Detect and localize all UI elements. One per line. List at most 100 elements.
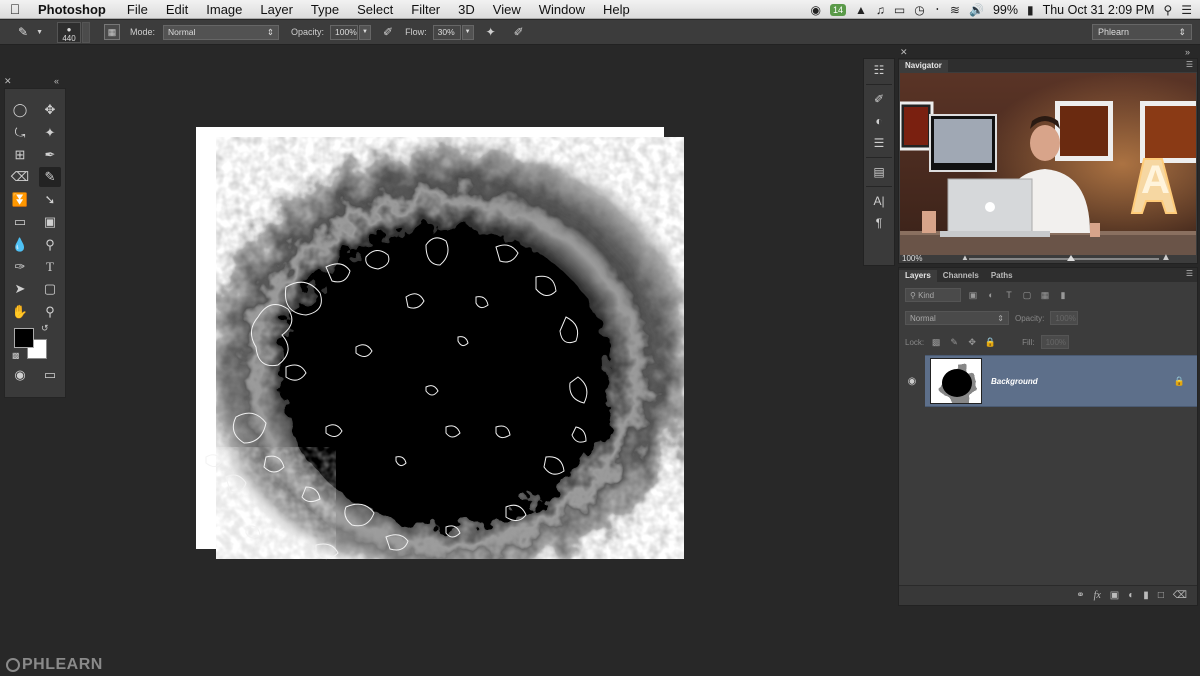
- layer-style-icon[interactable]: fx: [1094, 590, 1101, 601]
- navigator-preview[interactable]: A: [900, 73, 1196, 255]
- airplay-icon[interactable]: ▭: [894, 3, 905, 17]
- menu-edit[interactable]: Edit: [157, 0, 197, 19]
- history-panel-icon[interactable]: ☷: [864, 59, 894, 81]
- filter-toggle-icon[interactable]: ▮: [1057, 289, 1069, 301]
- clone-stamp-tool-icon[interactable]: ⏬: [9, 190, 31, 210]
- paragraph-panel-icon[interactable]: ¶: [864, 212, 894, 234]
- tab-navigator[interactable]: Navigator: [899, 60, 948, 72]
- layer-row-body[interactable]: Background 🔒: [925, 355, 1197, 407]
- battery-icon[interactable]: ▮: [1027, 3, 1034, 17]
- airbrush-icon[interactable]: ✦: [486, 25, 496, 39]
- apple-icon[interactable]: : [0, 1, 30, 17]
- flow-input[interactable]: 30%: [432, 24, 461, 40]
- new-group-icon[interactable]: ▮: [1143, 590, 1149, 601]
- menu-app-name[interactable]: Photoshop: [30, 0, 118, 19]
- healing-brush-tool-icon[interactable]: ⌫: [9, 167, 31, 187]
- blur-tool-icon[interactable]: 💧: [9, 235, 31, 255]
- menu-3d[interactable]: 3D: [449, 0, 484, 19]
- flow-dropdown[interactable]: ▼: [461, 24, 474, 40]
- eyedropper-tool-icon[interactable]: ✒: [39, 145, 61, 165]
- menu-view[interactable]: View: [484, 0, 530, 19]
- tool-preset-picker[interactable]: ✎ ▼: [18, 25, 43, 39]
- fill-input[interactable]: 100%: [1040, 335, 1069, 349]
- tab-channels[interactable]: Channels: [937, 270, 985, 282]
- quick-mask-icon[interactable]: ◉: [9, 365, 31, 385]
- creative-cloud-icon[interactable]: ◉: [811, 3, 821, 17]
- close-icon[interactable]: ✕: [900, 47, 908, 58]
- character-panel-icon[interactable]: A|: [864, 190, 894, 212]
- menu-select[interactable]: Select: [348, 0, 402, 19]
- filter-smart-object-icon[interactable]: ▦: [1039, 289, 1051, 301]
- brush-tool-icon[interactable]: ✎: [39, 167, 61, 188]
- add-mask-icon[interactable]: ▣: [1110, 590, 1119, 601]
- lasso-tool-icon[interactable]: ⤿: [9, 123, 31, 143]
- adjustments-icon[interactable]: ◐: [864, 110, 894, 132]
- spotlight-search-icon[interactable]: ⚲: [1163, 3, 1172, 17]
- foreground-color-swatch[interactable]: [14, 327, 34, 348]
- workspace-select[interactable]: Phlearn ⇕: [1092, 24, 1192, 40]
- move-tool-icon[interactable]: ✥: [39, 100, 61, 120]
- dodge-tool-icon[interactable]: ⚲: [39, 235, 61, 255]
- layer-row-background[interactable]: ◉ Background 🔒: [899, 355, 1197, 407]
- bluetooth-icon[interactable]: ᛫: [934, 3, 941, 17]
- layer-name[interactable]: Background: [991, 377, 1174, 386]
- menu-window[interactable]: Window: [530, 0, 594, 19]
- eye-icon[interactable]: ◉: [899, 355, 925, 407]
- zoom-in-icon[interactable]: ▲: [1161, 252, 1171, 263]
- magic-wand-tool-icon[interactable]: ✦: [39, 123, 61, 143]
- link-layers-icon[interactable]: ⚭: [1076, 590, 1084, 601]
- panel-menu-icon[interactable]: ☰: [1186, 269, 1193, 278]
- opacity-dropdown[interactable]: ▼: [359, 24, 372, 40]
- notification-list-icon[interactable]: ☰: [1181, 3, 1192, 17]
- menu-help[interactable]: Help: [594, 0, 639, 19]
- volume-icon[interactable]: 🔊: [969, 3, 984, 17]
- layer-opacity-input[interactable]: 100%: [1050, 311, 1079, 325]
- new-layer-icon[interactable]: □: [1158, 590, 1164, 601]
- swap-colors-icon[interactable]: ↺: [41, 323, 49, 334]
- history-brush-tool-icon[interactable]: ➘: [39, 190, 61, 210]
- status-badge[interactable]: 14: [829, 3, 846, 16]
- screen-mode-icon[interactable]: ▭: [39, 365, 61, 385]
- wifi-icon[interactable]: ≋: [950, 3, 960, 17]
- tab-paths[interactable]: Paths: [985, 270, 1019, 282]
- new-adjustment-layer-icon[interactable]: ◐: [1128, 590, 1134, 601]
- blend-mode-select[interactable]: Normal ⇕: [905, 311, 1009, 325]
- document-canvas[interactable]: [196, 127, 684, 559]
- filter-pixel-icon[interactable]: ▣: [967, 289, 979, 301]
- info-panel-icon[interactable]: ▤: [864, 161, 894, 183]
- hand-tool-icon[interactable]: ✋: [9, 302, 31, 322]
- lock-transparent-icon[interactable]: ▩: [930, 336, 942, 348]
- pen-tool-icon[interactable]: ✑: [9, 257, 31, 277]
- battery-percent[interactable]: 99%: [993, 3, 1018, 17]
- bell-icon[interactable]: ♫: [876, 3, 885, 17]
- filter-kind-select[interactable]: ⚲ Kind: [905, 288, 961, 302]
- type-tool-icon[interactable]: T: [39, 257, 61, 277]
- time-machine-icon[interactable]: ◷: [914, 3, 924, 17]
- default-colors-icon[interactable]: ▩: [12, 351, 20, 360]
- filter-type-icon[interactable]: T: [1003, 289, 1015, 301]
- navigator-zoom[interactable]: 100%: [902, 254, 922, 263]
- marquee-tool-icon[interactable]: ◯: [9, 100, 31, 120]
- collapse-icon[interactable]: «: [54, 76, 59, 86]
- gradient-tool-icon[interactable]: ▣: [39, 212, 61, 232]
- menu-type[interactable]: Type: [302, 0, 348, 19]
- brush-preset-picker[interactable]: ● 440: [57, 21, 90, 43]
- rectangle-tool-icon[interactable]: ▢: [39, 279, 61, 299]
- pressure-size-icon[interactable]: ✐: [514, 25, 524, 39]
- zoom-tool-icon[interactable]: ⚲: [39, 302, 61, 322]
- brush-panel-toggle-icon[interactable]: ▦: [104, 24, 120, 40]
- filter-adjustment-icon[interactable]: ◐: [985, 289, 997, 301]
- eraser-tool-icon[interactable]: ▭: [9, 212, 31, 232]
- properties-icon[interactable]: ☰: [864, 132, 894, 154]
- drive-icon[interactable]: ▲: [855, 3, 867, 17]
- brush-presets-icon[interactable]: ✐: [864, 88, 894, 110]
- brush-picker-toggle[interactable]: [82, 21, 90, 43]
- lock-all-icon[interactable]: 🔒: [984, 336, 996, 348]
- menu-clock[interactable]: Thu Oct 31 2:09 PM: [1043, 3, 1155, 17]
- zoom-slider[interactable]: [969, 255, 1159, 261]
- opacity-input[interactable]: 100%: [330, 24, 359, 40]
- delete-layer-icon[interactable]: ⌫: [1173, 590, 1187, 601]
- lock-image-icon[interactable]: ✎: [948, 336, 960, 348]
- close-icon[interactable]: ✕: [4, 76, 12, 87]
- filter-shape-icon[interactable]: ▢: [1021, 289, 1033, 301]
